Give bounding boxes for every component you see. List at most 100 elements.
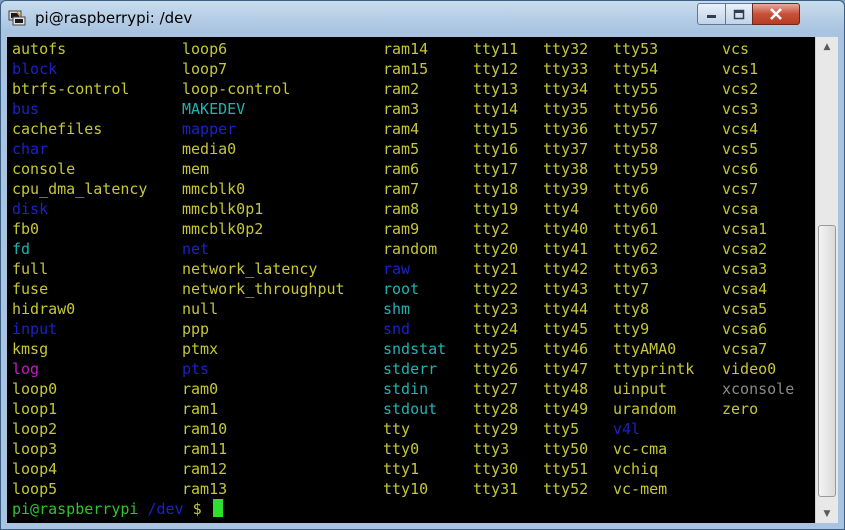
file-entry: media0 xyxy=(182,140,237,158)
file-entry: vcs4 xyxy=(722,120,759,138)
file-entry: tty16 xyxy=(473,140,519,158)
maximize-button[interactable] xyxy=(725,3,753,25)
terminal-output[interactable]: vcs vcs1 vcs2 vcs3 vcs4 vcs5 vcs6 vcs7 vcsa vcsa1… xyxy=(7,37,815,523)
listing-column: tty53 tty54 tty55 tty56 tty57 tty58 tty59 tty6 t… xyxy=(613,39,694,499)
file-entry: ram2 xyxy=(383,80,420,98)
file-entry: vcs6 xyxy=(722,160,759,178)
file-entry: tty47 xyxy=(543,360,589,378)
file-entry: tty54 xyxy=(613,60,659,78)
file-entry: vcsa xyxy=(722,200,759,218)
file-entry: tty45 xyxy=(543,320,589,338)
vertical-scrollbar[interactable]: ▲ ▼ xyxy=(815,37,838,523)
file-entry: ptmx xyxy=(182,340,219,358)
file-entry: loop0 xyxy=(12,380,58,398)
file-entry: fuse xyxy=(12,280,49,298)
file-entry: tty22 xyxy=(473,280,519,298)
file-entry: ram7 xyxy=(383,180,420,198)
file-entry: ram5 xyxy=(383,140,420,158)
file-entry: tty29 xyxy=(473,420,519,438)
title-bar[interactable]: pi@raspberrypi: /dev xyxy=(1,1,844,37)
file-entry: tty7 xyxy=(613,280,650,298)
file-entry: vc-mem xyxy=(613,480,668,498)
file-entry: ttyAMA0 xyxy=(613,340,677,358)
file-entry: ram13 xyxy=(182,480,228,498)
file-entry: tty59 xyxy=(613,160,659,178)
file-entry: stderr xyxy=(383,360,438,378)
file-entry: ttyprintk xyxy=(613,360,695,378)
file-entry: loop1 xyxy=(12,400,58,418)
file-entry: tty50 xyxy=(543,440,589,458)
maximize-icon xyxy=(733,9,745,19)
putty-icon[interactable] xyxy=(8,10,26,26)
file-entry: stdin xyxy=(383,380,429,398)
file-entry: tty52 xyxy=(543,480,589,498)
file-entry: tty24 xyxy=(473,320,519,338)
file-entry: vcsa3 xyxy=(722,260,768,278)
file-entry: fd xyxy=(12,240,31,258)
listing-column: vcs vcs1 vcs2 vcs3 vcs4 vcs5 vcs6 vcs7 vcsa vcsa1… xyxy=(722,39,794,419)
listing-column: autofs block btrfs-control bus cachefiles cha… xyxy=(12,39,147,499)
file-entry: tty11 xyxy=(473,40,519,58)
file-entry: loop-control xyxy=(182,80,291,98)
file-entry: mmcblk0p1 xyxy=(182,200,264,218)
scroll-down-icon[interactable]: ▼ xyxy=(816,505,838,522)
file-entry: vcs xyxy=(722,40,750,58)
file-entry: console xyxy=(12,160,76,178)
file-entry: ram6 xyxy=(383,160,420,178)
file-entry: tty55 xyxy=(613,80,659,98)
file-entry: tty12 xyxy=(473,60,519,78)
file-entry: pts xyxy=(182,360,210,378)
prompt-symbol: $ xyxy=(183,500,202,518)
file-entry: vcsa4 xyxy=(722,280,768,298)
file-entry: tty27 xyxy=(473,380,519,398)
file-entry: tty6 xyxy=(613,180,650,198)
file-entry: tty35 xyxy=(543,100,589,118)
file-entry: root xyxy=(383,280,420,298)
file-entry: btrfs-control xyxy=(12,80,130,98)
file-entry: ram4 xyxy=(383,120,420,138)
command-prompt[interactable]: pi@raspberrypi /dev $ xyxy=(12,499,223,519)
file-entry: tty31 xyxy=(473,480,519,498)
file-entry: ram1 xyxy=(182,400,219,418)
file-entry: tty15 xyxy=(473,120,519,138)
file-entry: tty63 xyxy=(613,260,659,278)
minimize-icon xyxy=(706,15,716,18)
file-entry: char xyxy=(12,140,49,158)
file-entry: tty51 xyxy=(543,460,589,478)
file-entry: tty60 xyxy=(613,200,659,218)
file-entry: loop5 xyxy=(12,480,58,498)
file-entry: disk xyxy=(12,200,49,218)
file-entry: vcs7 xyxy=(722,180,759,198)
file-entry: vcs3 xyxy=(722,100,759,118)
scroll-up-icon[interactable]: ▲ xyxy=(816,38,838,55)
listing-column: tty32 tty33 tty34 tty35 tty36 tty37 tty38 tty39… xyxy=(543,39,588,499)
file-entry: tty3 xyxy=(473,440,510,458)
file-entry: loop3 xyxy=(12,440,58,458)
file-entry: tty xyxy=(383,420,411,438)
file-entry: uinput xyxy=(613,380,668,398)
file-entry: loop6 xyxy=(182,40,228,58)
file-entry: tty34 xyxy=(543,80,589,98)
file-entry: vcsa6 xyxy=(722,320,768,338)
file-entry: input xyxy=(12,320,58,338)
file-entry: tty18 xyxy=(473,180,519,198)
listing-column: ram14 ram15 ram2 ram3 ram4 ram5 ram6 ram7 ram8 ra… xyxy=(383,39,446,499)
file-entry: tty38 xyxy=(543,160,589,178)
file-entry: stdout xyxy=(383,400,438,418)
file-entry: loop7 xyxy=(182,60,228,78)
file-entry: tty37 xyxy=(543,140,589,158)
file-entry: fb0 xyxy=(12,220,40,238)
file-entry: tty5 xyxy=(543,420,580,438)
file-entry: tty43 xyxy=(543,280,589,298)
close-button[interactable] xyxy=(752,3,800,25)
file-entry: ram14 xyxy=(383,40,429,58)
file-entry: snd xyxy=(383,320,411,338)
file-entry: tty28 xyxy=(473,400,519,418)
file-entry: shm xyxy=(383,300,411,318)
file-entry: tty8 xyxy=(613,300,650,318)
scrollbar-thumb[interactable] xyxy=(818,225,836,497)
minimize-button[interactable] xyxy=(697,3,726,25)
file-entry: vcsa1 xyxy=(722,220,768,238)
file-entry: tty30 xyxy=(473,460,519,478)
file-entry: zero xyxy=(722,400,759,418)
